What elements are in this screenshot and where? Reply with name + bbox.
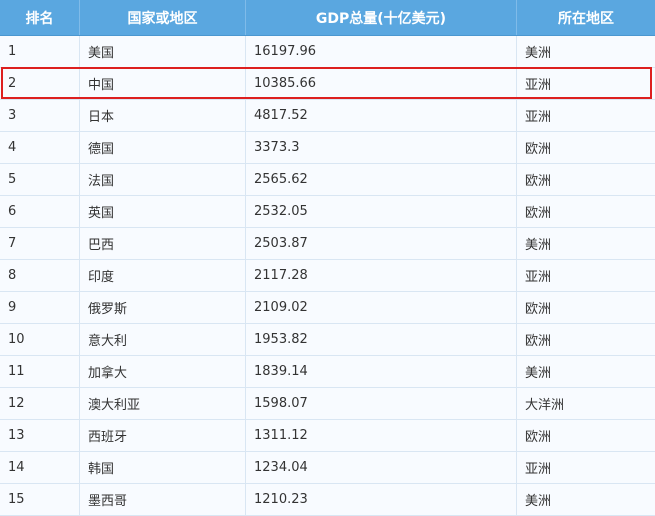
cell-rank: 3: [0, 100, 80, 131]
cell-gdp: 10385.66: [246, 68, 517, 99]
cell-rank: 10: [0, 324, 80, 355]
cell-country: 法国: [80, 164, 246, 195]
cell-country: 意大利: [80, 324, 246, 355]
cell-country: 韩国: [80, 452, 246, 483]
cell-rank: 2: [0, 68, 80, 99]
cell-gdp: 1953.82: [246, 324, 517, 355]
cell-rank: 5: [0, 164, 80, 195]
table-row[interactable]: 7 巴西 2503.87 美洲: [0, 228, 655, 260]
cell-country: 日本: [80, 100, 246, 131]
cell-gdp: 3373.3: [246, 132, 517, 163]
cell-gdp: 1234.04: [246, 452, 517, 483]
cell-gdp: 1839.14: [246, 356, 517, 387]
cell-country: 西班牙: [80, 420, 246, 451]
table-row[interactable]: 2 中国 10385.66 亚洲: [0, 68, 655, 100]
table-row[interactable]: 11 加拿大 1839.14 美洲: [0, 356, 655, 388]
cell-region: 欧洲: [525, 174, 552, 189]
table-row[interactable]: 15 墨西哥 1210.23 美洲: [0, 484, 655, 516]
cell-rank: 14: [0, 452, 80, 483]
cell-rank: 1: [0, 36, 80, 67]
cell-gdp: 2532.05: [246, 196, 517, 227]
table-row[interactable]: 9 俄罗斯 2109.02 欧洲: [0, 292, 655, 324]
cell-gdp: 1311.12: [246, 420, 517, 451]
header-country[interactable]: 国家或地区: [80, 0, 246, 35]
cell-rank: 7: [0, 228, 80, 259]
cell-rank: 4: [0, 132, 80, 163]
cell-gdp: 2503.87: [246, 228, 517, 259]
cell-gdp: 2109.02: [246, 292, 517, 323]
cell-rank: 12: [0, 388, 80, 419]
cell-region: 欧洲: [525, 142, 552, 157]
cell-gdp: 2565.62: [246, 164, 517, 195]
cell-gdp: 16197.96: [246, 36, 517, 67]
cell-rank: 11: [0, 356, 80, 387]
cell-region: 欧洲: [525, 302, 552, 317]
cell-region: 欧洲: [525, 334, 552, 349]
cell-region: 大洋洲: [525, 398, 565, 413]
cell-gdp: 1598.07: [246, 388, 517, 419]
cell-country: 墨西哥: [80, 484, 246, 515]
header-gdp[interactable]: GDP总量(十亿美元): [246, 0, 517, 35]
cell-gdp: 1210.23: [246, 484, 517, 515]
cell-region: 欧洲: [525, 206, 552, 221]
cell-rank: 15: [0, 484, 80, 515]
table-row[interactable]: 12 澳大利亚 1598.07 大洋洲: [0, 388, 655, 420]
table-row[interactable]: 5 法国 2565.62 欧洲: [0, 164, 655, 196]
cell-region: 欧洲: [525, 430, 552, 445]
cell-region: 亚洲: [525, 110, 552, 125]
cell-country: 印度: [80, 260, 246, 291]
table-row[interactable]: 13 西班牙 1311.12 欧洲: [0, 420, 655, 452]
table-row[interactable]: 14 韩国 1234.04 亚洲: [0, 452, 655, 484]
cell-region: 美洲: [525, 238, 552, 253]
header-rank[interactable]: 排名: [0, 0, 80, 35]
cell-country: 澳大利亚: [80, 388, 246, 419]
cell-region: 美洲: [525, 366, 552, 381]
cell-gdp: 2117.28: [246, 260, 517, 291]
table-row[interactable]: 10 意大利 1953.82 欧洲: [0, 324, 655, 356]
cell-country: 英国: [80, 196, 246, 227]
table-row[interactable]: 6 英国 2532.05 欧洲: [0, 196, 655, 228]
cell-region: 美洲: [525, 46, 552, 61]
table-row[interactable]: 3 日本 4817.52 亚洲: [0, 100, 655, 132]
header-region[interactable]: 所在地区: [517, 0, 655, 35]
cell-gdp: 4817.52: [246, 100, 517, 131]
cell-rank: 9: [0, 292, 80, 323]
cell-rank: 6: [0, 196, 80, 227]
gdp-ranking-table: 排名 国家或地区 GDP总量(十亿美元) 所在地区 1 美国 16197.96 美洲 2…: [0, 0, 655, 516]
cell-rank: 13: [0, 420, 80, 451]
cell-region: 亚洲: [525, 270, 552, 285]
cell-region: 亚洲: [525, 78, 552, 93]
cell-country: 俄罗斯: [80, 292, 246, 323]
cell-rank: 8: [0, 260, 80, 291]
cell-country: 美国: [80, 36, 246, 67]
table-row[interactable]: 4 德国 3373.3 欧洲: [0, 132, 655, 164]
cell-country: 中国: [80, 68, 246, 99]
table-header: 排名 国家或地区 GDP总量(十亿美元) 所在地区: [0, 0, 655, 36]
cell-region: 美洲: [525, 494, 552, 509]
table-body: 1 美国 16197.96 美洲 2 中国 10385.66 亚洲 3 日本 4817.52 亚洲 4 德…: [0, 36, 655, 516]
table-row[interactable]: 1 美国 16197.96 美洲: [0, 36, 655, 68]
cell-country: 巴西: [80, 228, 246, 259]
cell-region: 亚洲: [525, 462, 552, 477]
cell-country: 加拿大: [80, 356, 246, 387]
cell-country: 德国: [80, 132, 246, 163]
table-row[interactable]: 8 印度 2117.28 亚洲: [0, 260, 655, 292]
